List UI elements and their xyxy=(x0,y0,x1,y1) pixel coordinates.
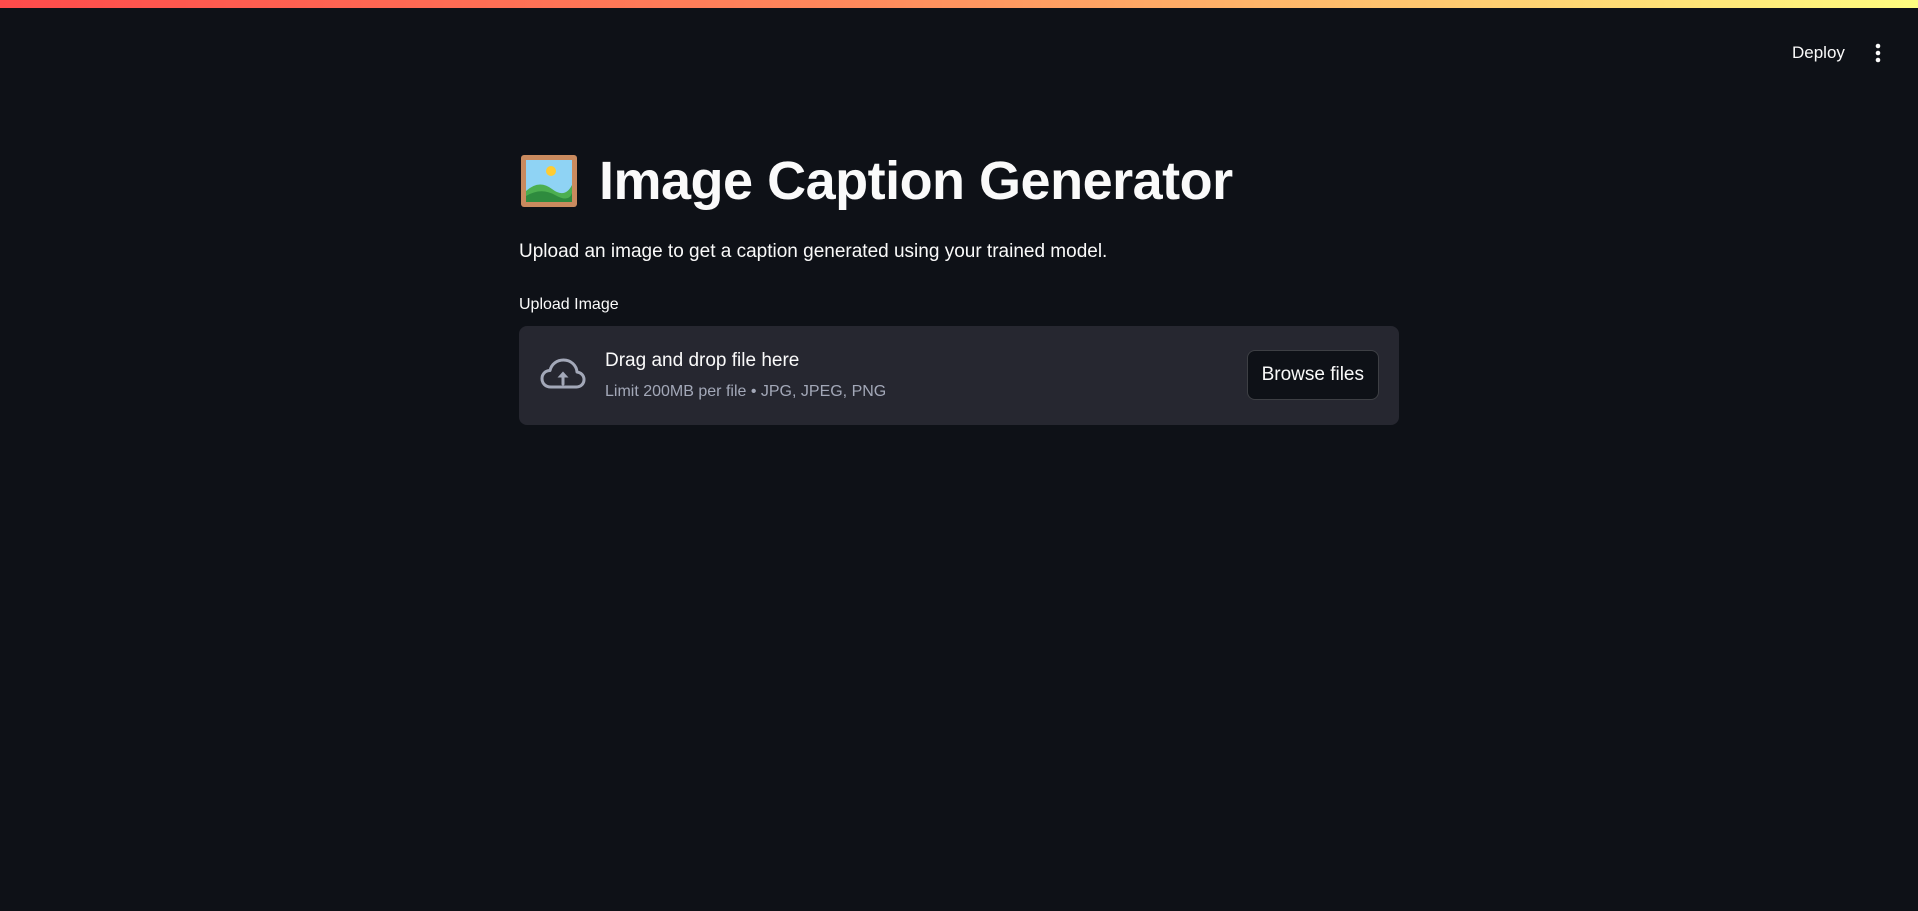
dropzone-instructions: Drag and drop file here xyxy=(605,350,800,371)
dropzone-file-limit: Limit 200MB per file • JPG, JPEG, PNG xyxy=(605,383,887,400)
app-header: Deploy xyxy=(0,8,1918,86)
page-description: Upload an image to get a caption generat… xyxy=(519,241,1108,262)
file-dropzone[interactable]: Drag and drop file here Limit 200MB per … xyxy=(519,326,1399,425)
main-menu-button[interactable] xyxy=(1862,37,1894,69)
browse-files-button[interactable]: Browse files xyxy=(1246,350,1379,400)
cloud-upload-icon xyxy=(540,358,586,389)
deploy-button[interactable]: Deploy xyxy=(1780,35,1857,71)
top-decoration-bar xyxy=(0,0,1918,8)
page-title: Image Caption Generator xyxy=(519,150,1233,212)
file-uploader-label: Upload Image xyxy=(519,296,619,313)
page-title-text: Image Caption Generator xyxy=(599,151,1233,211)
vertical-ellipsis-icon xyxy=(1875,43,1881,63)
framed-picture-icon xyxy=(521,155,577,207)
